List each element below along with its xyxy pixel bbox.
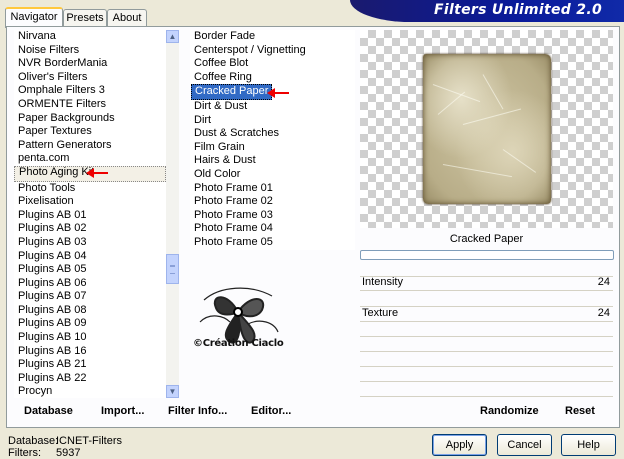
category-item[interactable]: Pixelisation (14, 195, 166, 209)
category-list[interactable]: Nirvana Noise Filters NVR BorderMania Olive… (14, 30, 166, 398)
apply-button[interactable]: Apply (432, 434, 487, 456)
category-item[interactable]: Noise Filters (14, 44, 166, 58)
filter-item[interactable]: Coffee Blot (190, 57, 355, 71)
status-database: Database:ICNET-Filters (8, 435, 122, 447)
red-arrow-icon (267, 88, 289, 98)
category-item[interactable]: Plugins AB 02 (14, 222, 166, 236)
param-row-empty (360, 292, 613, 307)
tab-presets[interactable]: Presets (63, 9, 107, 27)
category-item[interactable]: Plugins AB 21 (14, 358, 166, 372)
filter-item[interactable]: Photo Frame 05 (190, 236, 355, 250)
parameter-list: Intensity 24 Texture 24 (360, 262, 613, 397)
category-item[interactable]: Paper Backgrounds (14, 112, 166, 126)
category-item[interactable]: Plugins AB 04 (14, 250, 166, 264)
category-scrollbar[interactable]: ▲ ▼ (166, 30, 179, 398)
filter-item[interactable]: Photo Frame 04 (190, 222, 355, 236)
filter-item[interactable]: Cracked Paper (191, 84, 273, 100)
editor-button[interactable]: Editor... (251, 405, 291, 417)
status-label: Filters: (8, 447, 41, 459)
param-row-empty (360, 322, 613, 337)
param-row-texture[interactable]: Texture 24 (360, 307, 613, 322)
help-button[interactable]: Help (561, 434, 616, 456)
param-value: 24 (597, 276, 610, 288)
filter-item[interactable]: Film Grain (190, 141, 355, 155)
status-value: 5937 (56, 447, 81, 459)
filter-item[interactable]: Border Fade (190, 30, 355, 44)
category-item[interactable]: Procyn (14, 385, 166, 398)
category-item[interactable]: Plugins AB 10 (14, 331, 166, 345)
category-item[interactable]: Plugins AB 09 (14, 317, 166, 331)
filter-item[interactable]: Hairs & Dust (190, 154, 355, 168)
filter-item[interactable]: Dirt & Dust (190, 100, 355, 114)
param-row-empty (360, 337, 613, 352)
red-arrow-icon (86, 168, 108, 178)
category-item[interactable]: Photo Tools (14, 182, 166, 196)
scroll-thumb[interactable] (166, 254, 179, 284)
cancel-button[interactable]: Cancel (497, 434, 552, 456)
scroll-down-button[interactable]: ▼ (166, 385, 179, 398)
filter-item[interactable]: Centerspot / Vignetting (190, 44, 355, 58)
param-label: Texture (362, 307, 399, 319)
category-item[interactable]: Plugins AB 08 (14, 304, 166, 318)
randomize-button[interactable]: Randomize (480, 405, 539, 417)
param-row-empty (360, 262, 613, 277)
category-item[interactable]: Plugins AB 22 (14, 372, 166, 386)
filter-list[interactable]: Border Fade Centerspot / Vignetting Coffee… (190, 30, 355, 250)
category-item[interactable]: Oliver's Filters (14, 71, 166, 85)
current-filter-name: Cracked Paper (360, 230, 613, 248)
progress-bar (360, 250, 614, 260)
category-item[interactable]: Paper Textures (14, 125, 166, 139)
app-title: Filters Unlimited 2.0 (434, 2, 602, 18)
cracked-paper-preview (423, 54, 551, 204)
filter-info-button[interactable]: Filter Info... (168, 405, 227, 417)
title-banner: Filters Unlimited 2.0 (350, 0, 624, 22)
category-item[interactable]: Pattern Generators (14, 139, 166, 153)
filter-item[interactable]: Coffee Ring (190, 71, 355, 85)
database-button[interactable]: Database (24, 405, 73, 417)
category-item[interactable]: Plugins AB 01 (14, 209, 166, 223)
tab-about[interactable]: About (107, 9, 147, 27)
reset-button[interactable]: Reset (565, 405, 595, 417)
status-value: ICNET-Filters (56, 435, 122, 447)
filter-item[interactable]: Old Color (190, 168, 355, 182)
category-item[interactable]: Plugins AB 06 (14, 277, 166, 291)
filter-item[interactable]: Photo Frame 01 (190, 182, 355, 196)
filter-item[interactable]: Dirt (190, 114, 355, 128)
import-button[interactable]: Import... (101, 405, 144, 417)
category-item[interactable]: Omphale Filters 3 (14, 84, 166, 98)
filter-item[interactable]: Dust & Scratches (190, 127, 355, 141)
category-item[interactable]: Plugins AB 03 (14, 236, 166, 250)
param-row-empty (360, 352, 613, 367)
category-item[interactable]: Plugins AB 07 (14, 290, 166, 304)
tab-navigator[interactable]: Navigator (5, 7, 63, 28)
param-row-intensity[interactable]: Intensity 24 (360, 276, 613, 291)
category-item[interactable]: ORMENTE Filters (14, 98, 166, 112)
category-item[interactable]: Nirvana (14, 30, 166, 44)
category-item[interactable]: NVR BorderMania (14, 57, 166, 71)
category-item[interactable]: Plugins AB 16 (14, 345, 166, 359)
filter-item[interactable]: Photo Frame 02 (190, 195, 355, 209)
category-item[interactable]: Plugins AB 05 (14, 263, 166, 277)
param-row-empty (360, 382, 613, 397)
category-item[interactable]: penta.com (14, 152, 166, 166)
watermark-text: ©Création Ciaclo (193, 338, 284, 349)
status-filters: Filters: 5937 (8, 447, 80, 459)
param-row-empty (360, 367, 613, 382)
scroll-up-button[interactable]: ▲ (166, 30, 179, 43)
param-value: 24 (597, 307, 610, 319)
status-label: Database: (8, 435, 59, 447)
filter-item[interactable]: Photo Frame 03 (190, 209, 355, 223)
param-label: Intensity (362, 276, 403, 288)
